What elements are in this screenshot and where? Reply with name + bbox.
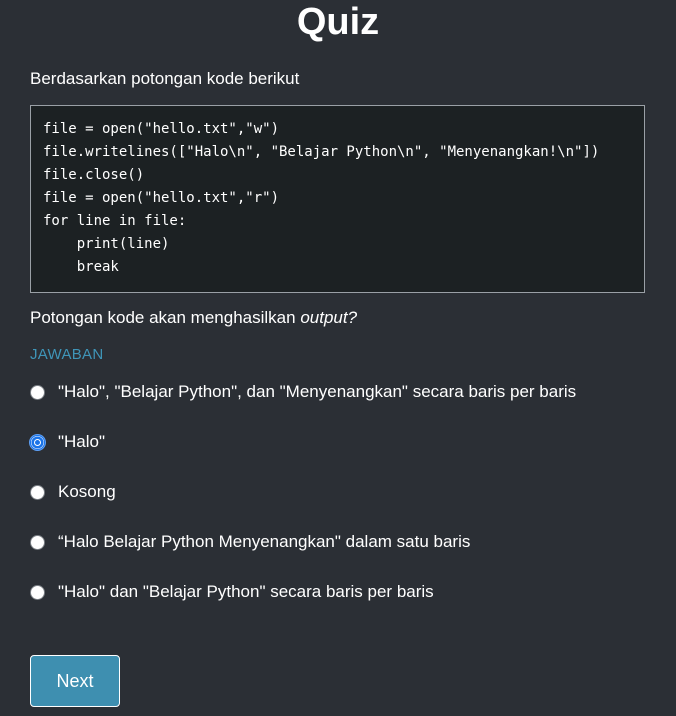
radio-button[interactable] (30, 534, 45, 550)
answers-heading: JAWABAN (30, 346, 104, 363)
question-prompt-text: Potongan kode akan menghasilkan (30, 308, 301, 327)
code-block: file = open("hello.txt","w") file.writel… (30, 105, 645, 293)
question-prompt: Potongan kode akan menghasilkan output? (30, 307, 357, 329)
quiz-page: Quiz Berdasarkan potongan kode berikut f… (0, 0, 676, 716)
answer-option-label: Kosong (58, 482, 116, 501)
answer-option-2[interactable]: "Halo" (30, 429, 105, 455)
code-line: print(line) (43, 236, 170, 252)
radio-button[interactable] (30, 384, 45, 400)
answer-option-1[interactable]: "Halo", "Belajar Python", dan "Menyenang… (30, 379, 576, 405)
radio-button[interactable] (30, 484, 45, 500)
code-line: break (43, 259, 119, 275)
page-title: Quiz (296, 1, 380, 43)
answer-option-3[interactable]: Kosong (30, 479, 116, 505)
question-intro: Berdasarkan potongan kode berikut (30, 69, 300, 88)
code-line: file = open("hello.txt","w") (43, 121, 280, 137)
code-line: file = open("hello.txt","r") (43, 190, 280, 206)
answer-option-label: “Halo Belajar Python Menyenangkan" dalam… (58, 532, 471, 551)
answer-option-4[interactable]: “Halo Belajar Python Menyenangkan" dalam… (30, 529, 470, 555)
next-button[interactable]: Next (30, 655, 120, 707)
answer-option-label: "Halo" dan "Belajar Python" secara baris… (58, 582, 434, 601)
radio-button[interactable] (30, 584, 45, 600)
code-line: file.close() (43, 167, 145, 183)
code-line: file.writelines(["Halo\n", "Belajar Pyth… (43, 144, 600, 160)
answer-option-label: "Halo" (58, 432, 106, 451)
code-line: for line in file: (43, 213, 187, 229)
question-prompt-emphasis: output? (300, 308, 358, 327)
radio-button[interactable] (30, 434, 45, 450)
answer-option-label: "Halo", "Belajar Python", dan "Menyenang… (58, 382, 577, 401)
answer-option-5[interactable]: "Halo" dan "Belajar Python" secara baris… (30, 579, 434, 605)
